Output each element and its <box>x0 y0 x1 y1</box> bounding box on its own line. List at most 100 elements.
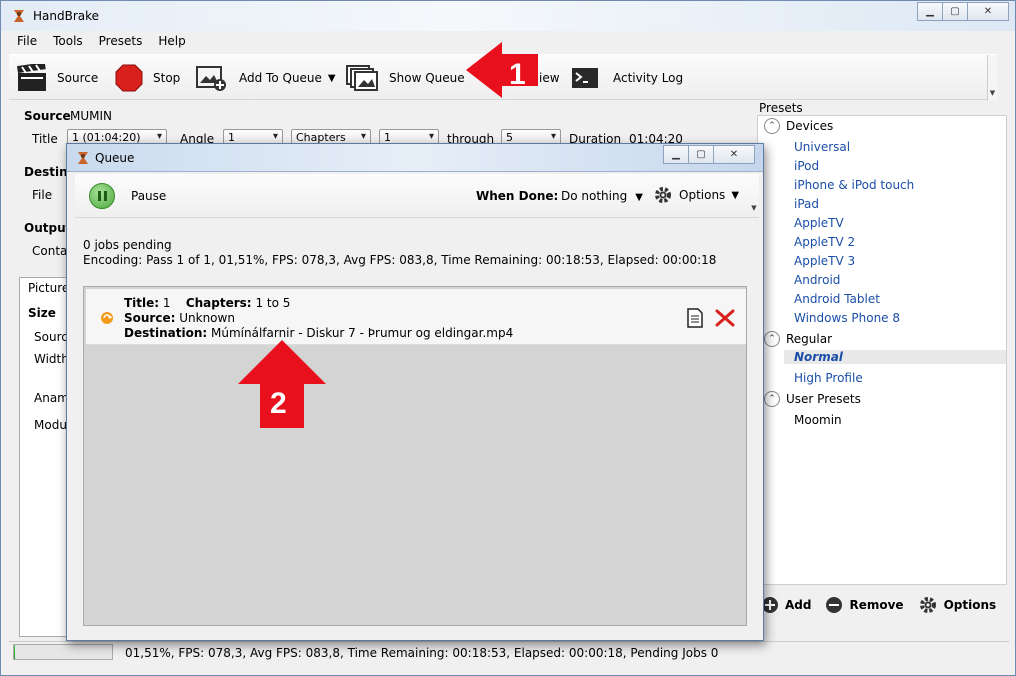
pause-label[interactable]: Pause <box>131 189 166 203</box>
preset-item[interactable]: Moomin <box>794 413 842 427</box>
stop-button[interactable]: Stop <box>115 63 180 93</box>
progress-fill <box>14 645 16 659</box>
add-to-queue-icon <box>196 66 226 91</box>
encoding-spinner-icon <box>101 312 113 324</box>
queue-dialog: Queue ▁ ▢ ✕ Pause When Done: Do nothing ▼… <box>66 143 764 641</box>
job-details: Title: 1 Chapters: 1 to 5 Source: Unknow… <box>124 296 514 340</box>
add-to-queue-button[interactable]: Add To Queue ▼ <box>195 63 336 93</box>
queue-toolbar: Pause When Done: Do nothing ▼ Options ▼ ▼ <box>75 174 759 218</box>
queue-options-button[interactable]: Options ▼ <box>653 185 739 205</box>
title-bar: HandBrake ▁ ▢ ✕ <box>1 1 1015 31</box>
pause-button[interactable] <box>89 183 115 209</box>
container-label: Contai <box>32 244 71 258</box>
preset-item[interactable]: iPod <box>794 159 819 173</box>
preset-group-regular[interactable]: ⌃ Regular <box>764 331 832 347</box>
show-queue-icon <box>346 65 378 91</box>
when-done-select[interactable]: Do nothing ▼ <box>561 189 643 203</box>
add-to-queue-label: Add To Queue <box>239 71 322 85</box>
tab-picture[interactable]: Picture <box>28 281 69 295</box>
collapse-icon: ⌃ <box>764 118 780 134</box>
handbrake-icon <box>78 152 88 164</box>
status-text: 01,51%, FPS: 078,3, Avg FPS: 083,8, Time… <box>125 646 719 660</box>
presets-actions: Add Remove Options <box>761 595 1010 615</box>
menu-help[interactable]: Help <box>150 31 193 53</box>
chevron-down-icon: ▼ <box>731 189 740 201</box>
chevron-down-icon: ▼ <box>635 192 643 203</box>
preset-item[interactable]: iPhone & iPod touch <box>794 178 914 192</box>
preset-item[interactable]: iPad <box>794 197 819 211</box>
stop-label: Stop <box>153 71 181 85</box>
collapse-icon: ⌃ <box>764 391 780 407</box>
queue-minimize-button[interactable]: ▁ <box>663 145 689 164</box>
preset-item[interactable]: AppleTV 2 <box>794 235 855 249</box>
preset-item[interactable]: AppleTV 3 <box>794 254 855 268</box>
handbrake-icon <box>14 10 24 22</box>
preset-item[interactable]: Windows Phone 8 <box>794 311 900 325</box>
delete-icon[interactable] <box>714 308 736 328</box>
minimize-button[interactable]: ▁ <box>917 2 943 21</box>
preview-label: iew <box>539 71 560 85</box>
queue-title-bar: Queue ▁ ▢ ✕ <box>67 144 763 172</box>
presets-panel: Presets ⌃ Devices Universal iPod iPhone &… <box>753 99 1007 639</box>
encoding-status: Encoding: Pass 1 of 1, 01,51%, FPS: 078,… <box>83 253 717 267</box>
encode-progress-bar <box>13 644 113 660</box>
source-value: MUMIN <box>70 109 113 123</box>
queue-window-controls: ▁ ▢ ✕ <box>663 145 755 164</box>
queue-status: 0 jobs pending Encoding: Pass 1 of 1, 01… <box>83 238 716 268</box>
title-label: Title <box>32 132 58 146</box>
chevron-down-icon: ▼ <box>327 72 336 84</box>
modulus-label: Modu <box>34 418 67 432</box>
width-label: Width <box>34 352 69 366</box>
menu-tools[interactable]: Tools <box>45 31 91 53</box>
queue-close-button[interactable]: ✕ <box>713 145 755 164</box>
activity-log-label: Activity Log <box>613 71 684 85</box>
show-queue-button[interactable]: Show Queue <box>345 63 465 93</box>
preset-group-user[interactable]: ⌃ User Presets <box>764 391 861 407</box>
callout-number-1: 1 <box>509 58 526 91</box>
queue-job-row[interactable]: Title: 1 Chapters: 1 to 5 Source: Unknow… <box>86 289 746 345</box>
menu-presets[interactable]: Presets <box>91 31 151 53</box>
toolbar-overflow[interactable]: ▼ <box>987 55 997 101</box>
queue-maximize-button[interactable]: ▢ <box>688 145 714 164</box>
when-done-label: When Done: <box>476 189 559 203</box>
terminal-icon <box>572 68 598 88</box>
file-label: File <box>32 188 53 202</box>
size-label: Size <box>28 306 56 320</box>
activity-log-button[interactable]: Activity Log <box>571 63 683 93</box>
show-queue-label: Show Queue <box>389 71 465 85</box>
preset-item[interactable]: Universal <box>794 140 850 154</box>
preset-group-devices[interactable]: ⌃ Devices <box>764 118 833 134</box>
source-label-field: Source <box>24 109 71 123</box>
preset-item[interactable]: AppleTV <box>794 216 844 230</box>
document-icon[interactable] <box>686 308 704 328</box>
remove-preset-button[interactable]: Remove <box>825 596 904 614</box>
status-bar: 01,51%, FPS: 078,3, Avg FPS: 083,8, Time… <box>9 641 1009 665</box>
source-label: Source <box>57 71 99 85</box>
callout-arrow-1 <box>466 42 538 98</box>
menu-file[interactable]: File <box>9 31 45 53</box>
source-button[interactable]: Source <box>17 63 98 93</box>
pause-icon <box>97 191 101 201</box>
collapse-icon: ⌃ <box>764 331 780 347</box>
window-title: HandBrake <box>33 9 100 23</box>
add-preset-button[interactable]: Add <box>761 596 811 614</box>
minus-circle-icon <box>826 597 843 613</box>
queue-toolbar-overflow[interactable]: ▼ <box>749 174 759 218</box>
preset-options-button[interactable]: Options <box>918 595 996 615</box>
preset-item[interactable]: Android <box>794 273 840 287</box>
close-button[interactable]: ✕ <box>967 2 1009 21</box>
preset-item[interactable]: High Profile <box>794 371 863 385</box>
preset-item-selected[interactable]: Normal <box>784 350 1006 364</box>
preset-item[interactable]: Android Tablet <box>794 292 880 306</box>
maximize-button[interactable]: ▢ <box>942 2 968 21</box>
window-controls: ▁ ▢ ✕ <box>917 2 1009 21</box>
jobs-pending: 0 jobs pending <box>83 238 172 252</box>
queue-list: Title: 1 Chapters: 1 to 5 Source: Unknow… <box>83 286 747 626</box>
output-label: Output <box>24 221 72 235</box>
stop-icon <box>115 64 143 92</box>
callout-number-2: 2 <box>270 387 287 420</box>
presets-title: Presets <box>759 101 803 115</box>
gear-icon <box>919 597 936 613</box>
presets-tree: ⌃ Devices Universal iPod iPhone & iPod to… <box>757 115 1007 585</box>
queue-title: Queue <box>95 151 135 165</box>
